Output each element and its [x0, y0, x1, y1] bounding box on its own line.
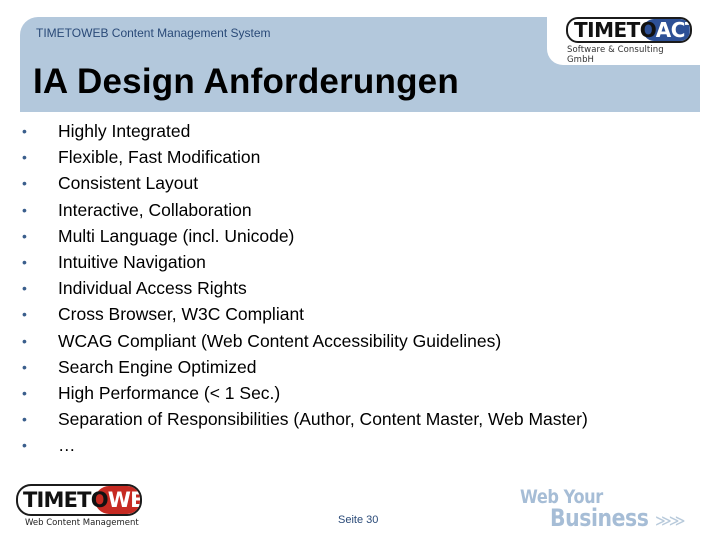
list-item-text: Interactive, Collaboration	[58, 199, 252, 220]
timetoact-logo-act: ACT	[655, 18, 690, 42]
bullet-icon: •	[22, 358, 27, 375]
bullet-icon: •	[22, 227, 27, 244]
bullet-icon: •	[22, 306, 27, 323]
page-number: Seite 30	[338, 514, 379, 526]
list-item-text: Intuitive Navigation	[58, 251, 206, 272]
list-item-text: High Performance (< 1 Sec.)	[58, 382, 281, 403]
list-item-text: Search Engine Optimized	[58, 356, 257, 377]
arrows-icon: ≫≫	[655, 513, 685, 530]
timetoweb-logo: TIMETOWEB Web Content Management	[16, 484, 146, 532]
bullet-icon: •	[22, 123, 27, 139]
list-item-text: Individual Access Rights	[58, 278, 247, 299]
timetoact-logo-pill: TIMETOACT	[566, 17, 692, 43]
list-item-text: Highly Integrated	[58, 121, 191, 141]
slide-title: IA Design Anforderungen	[33, 62, 459, 101]
slogan-line2: Business	[550, 504, 649, 532]
bullet-icon: •	[22, 437, 27, 454]
slogan: Web Your Business ≫≫	[515, 486, 715, 536]
list-item-text: Separation of Responsibilities (Author, …	[58, 409, 588, 430]
bullet-icon: •	[22, 253, 27, 270]
timetoweb-logo-text: TIMETO	[23, 488, 109, 512]
list-item-text: WCAG Compliant (Web Content Accessibilit…	[58, 330, 502, 351]
bullet-icon: •	[22, 411, 27, 428]
timetoact-logo-text: TIMETO	[574, 18, 656, 42]
timetoact-tagline: Software & Consulting GmbH	[567, 45, 664, 65]
timetoweb-tagline: Web Content Management	[25, 518, 139, 528]
presentation-subtitle: TIMETOWEB Content Management System	[36, 26, 271, 40]
bullet-icon: •	[22, 201, 27, 218]
list-item-text: Flexible, Fast Modification	[58, 147, 261, 168]
bullet-icon: •	[22, 280, 27, 297]
timetoweb-logo-web: WEB	[107, 488, 140, 512]
timetoact-logo: TIMETOACT Software & Consulting GmbH	[562, 17, 692, 65]
bullet-icon: •	[22, 149, 27, 166]
list-item-text: Cross Browser, W3C Compliant	[58, 304, 305, 325]
list-item-text: Consistent Layout	[58, 173, 199, 194]
list-item-text: …	[58, 435, 76, 456]
bullet-icon: •	[22, 332, 27, 349]
timetoweb-logo-pill: TIMETOWEB	[16, 484, 142, 516]
bullet-icon: •	[22, 384, 27, 401]
bullet-icon: •	[22, 175, 27, 192]
list-item-text: Multi Language (incl. Unicode)	[58, 225, 295, 246]
